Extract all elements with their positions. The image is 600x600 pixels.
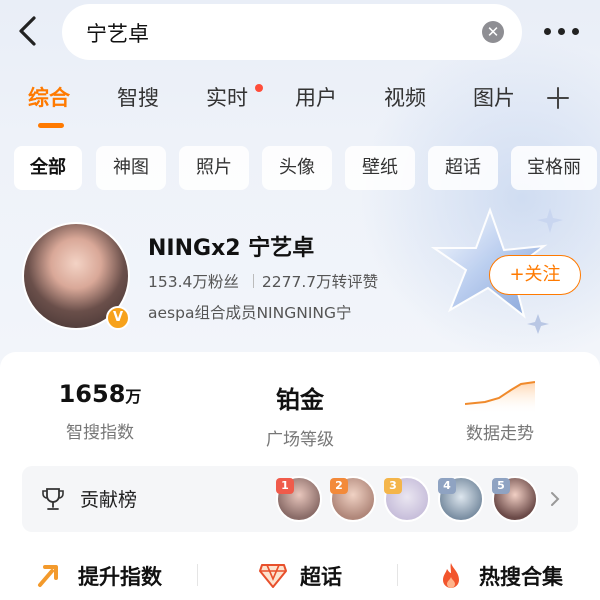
rank-badge-2: 2 <box>330 478 348 494</box>
trophy-icon <box>42 488 64 510</box>
trend-sparkline-icon <box>465 381 535 414</box>
rank-badge-1: 1 <box>276 478 294 494</box>
more-options-icon[interactable] <box>540 18 584 44</box>
chip-photos[interactable]: 照片 <box>179 146 249 190</box>
search-input[interactable]: 宁艺卓 ✕ <box>62 4 522 60</box>
data-trend-label: 数据走势 <box>466 424 534 444</box>
chip-super-topic[interactable]: 超话 <box>428 146 498 190</box>
action-divider <box>397 564 398 586</box>
boost-arrow-icon <box>38 565 58 587</box>
contribution-ranking[interactable]: 贡献榜 1 2 3 4 5 <box>22 466 578 532</box>
boost-index-label: 提升指数 <box>78 565 162 589</box>
search-query: 宁艺卓 <box>86 22 149 46</box>
tab-all[interactable]: 综合 <box>28 82 70 112</box>
search-index-label: 智搜指数 <box>66 423 134 443</box>
chip-best-photos[interactable]: 神图 <box>96 146 166 190</box>
search-index-value: 1658万 <box>58 380 142 408</box>
chip-wallpapers[interactable]: 壁纸 <box>345 146 415 190</box>
flame-icon <box>443 563 459 588</box>
tab-users[interactable]: 用户 <box>295 82 337 112</box>
new-content-dot <box>255 84 263 92</box>
add-tab-icon[interactable] <box>546 86 570 110</box>
hot-search-collection-button[interactable]: 热搜合集 <box>437 558 587 594</box>
rank-badge-3: 3 <box>384 478 402 494</box>
follow-button[interactable]: +关注 <box>489 255 581 295</box>
clear-search-icon[interactable]: ✕ <box>482 21 504 43</box>
top-bar: 宁艺卓 ✕ <box>0 0 600 62</box>
tab-realtime[interactable]: 实时 <box>206 82 248 112</box>
profile-stats: 153.4万粉丝 2277.7万转评赞 <box>148 270 378 292</box>
plaza-level-value: 铂金 <box>276 386 324 414</box>
super-topic-diamond-icon <box>259 564 287 588</box>
tab-smart-search[interactable]: 智搜 <box>117 82 159 112</box>
hot-search-collection-label: 热搜合集 <box>479 565 563 589</box>
profile-name[interactable]: NINGx2 宁艺卓 <box>148 230 314 262</box>
chip-bulgari[interactable]: 宝格丽 <box>511 146 597 190</box>
super-topic-button[interactable]: 超话 <box>258 558 368 594</box>
contribution-title: 贡献榜 <box>80 489 138 511</box>
chip-avatars[interactable]: 头像 <box>262 146 332 190</box>
action-divider <box>197 564 198 586</box>
back-arrow-icon[interactable] <box>14 14 44 48</box>
chip-all[interactable]: 全部 <box>14 146 82 190</box>
active-tab-indicator <box>38 123 64 128</box>
rank-badge-4: 4 <box>438 478 456 494</box>
stats-divider <box>252 274 254 288</box>
plaza-level-label: 广场等级 <box>266 430 334 450</box>
super-topic-label: 超话 <box>300 565 342 589</box>
search-index-metric[interactable]: 1658万 智搜指数 <box>15 380 185 443</box>
profile-avatar[interactable]: V <box>22 222 130 330</box>
rank-badge-5: 5 <box>492 478 510 494</box>
tab-images[interactable]: 图片 <box>473 82 515 112</box>
verified-badge-icon: V <box>106 306 130 330</box>
search-tabs: 综合 智搜 实时 用户 视频 图片 <box>0 82 600 132</box>
engagement-count: 2277.7万转评赞 <box>261 273 379 291</box>
profile-description: aespa组合成员NINGNING宁 <box>148 304 352 322</box>
filter-chips: 全部 神图 照片 头像 壁纸 超话 宝格丽 <box>0 146 600 190</box>
chevron-right-icon <box>551 492 560 506</box>
plaza-level-metric[interactable]: 铂金 广场等级 <box>215 380 385 450</box>
boost-index-button[interactable]: 提升指数 <box>36 558 186 594</box>
follower-count: 153.4万粉丝 <box>148 273 239 291</box>
tab-video[interactable]: 视频 <box>384 82 426 112</box>
